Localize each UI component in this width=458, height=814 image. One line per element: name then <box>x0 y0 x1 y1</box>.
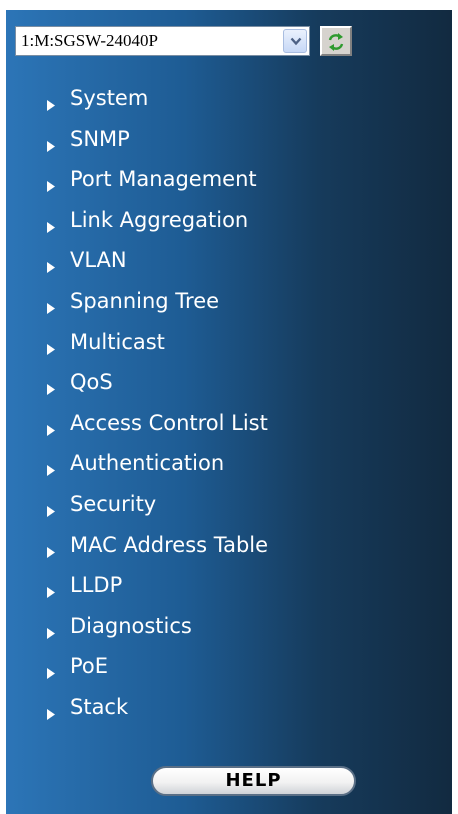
triangle-right-icon <box>47 343 55 355</box>
triangle-right-icon <box>47 627 55 639</box>
triangle-right-icon <box>47 505 55 517</box>
menu-item-label: Link Aggregation <box>70 207 249 232</box>
triangle-right-icon <box>47 465 55 477</box>
menu-item-label: System <box>70 86 149 110</box>
triangle-right-icon <box>47 262 55 274</box>
refresh-icon <box>328 33 344 51</box>
triangle-right-icon <box>47 100 55 111</box>
menu-item-label: Diagnostics <box>70 613 192 638</box>
menu-item-label: MAC Address Table <box>70 532 269 557</box>
device-select-value: 1:M:SGSW-24040P <box>21 31 158 50</box>
menu-item-label: LLDP <box>70 573 123 598</box>
menu-item-label: Spanning Tree <box>70 288 220 313</box>
menu-item-label: PoE <box>70 654 109 679</box>
menu-item-label: SNMP <box>70 126 130 151</box>
device-select[interactable]: 1:M:SGSW-24040P <box>15 26 310 56</box>
help-button[interactable]: HELP <box>151 766 356 796</box>
triangle-right-icon <box>47 221 55 233</box>
triangle-right-icon <box>47 668 55 680</box>
triangle-right-icon <box>47 708 55 720</box>
menu-item-label: QoS <box>70 370 113 395</box>
triangle-right-icon <box>47 140 55 152</box>
menu-item-label: Stack <box>70 694 129 719</box>
triangle-right-icon <box>47 424 55 436</box>
menu-item-label: Port Management <box>70 167 257 192</box>
navigation-panel: 1:M:SGSW-24040P System SNMP Port Managem… <box>6 10 452 814</box>
triangle-right-icon <box>47 546 55 558</box>
triangle-right-icon <box>47 302 55 314</box>
menu-item-label: Access Control List <box>70 410 268 435</box>
refresh-button[interactable] <box>320 26 352 56</box>
triangle-right-icon <box>47 587 55 599</box>
menu-item-label: Authentication <box>70 451 225 476</box>
menu-item-label: Security <box>70 491 157 516</box>
chevron-down-icon[interactable] <box>283 29 307 53</box>
triangle-right-icon <box>47 181 55 193</box>
triangle-right-icon <box>47 384 55 396</box>
menu-item-label: VLAN <box>70 248 127 273</box>
menu-item-label: Multicast <box>70 329 165 354</box>
